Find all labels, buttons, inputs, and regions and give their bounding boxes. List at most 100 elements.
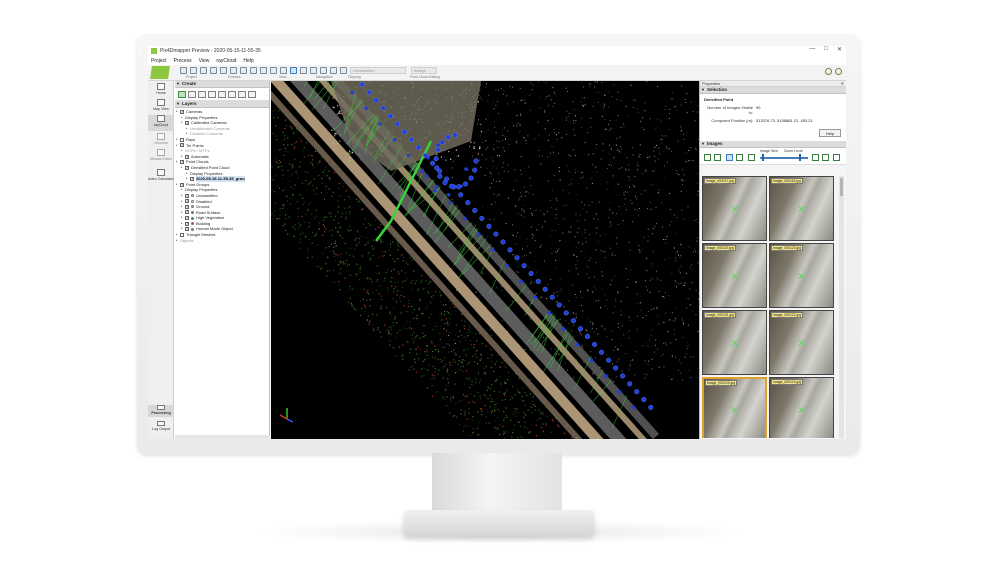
nav-index-calculator[interactable]: Index Calculator xyxy=(148,169,174,181)
image-thumbnail[interactable]: Image_000121.jpg xyxy=(702,310,767,375)
results-icon[interactable] xyxy=(240,67,247,74)
nav-processing[interactable]: Processing xyxy=(148,405,174,417)
image-thumbnail[interactable]: Image_000120.jpg xyxy=(769,243,834,308)
clipping-box-icon[interactable] xyxy=(330,67,337,74)
ribbon-group-labels: Project Process View Navigation Clipping… xyxy=(148,75,846,80)
user-account-icon[interactable] xyxy=(825,68,832,75)
menu-process[interactable]: Process xyxy=(174,58,192,64)
new-project-icon[interactable] xyxy=(180,67,187,74)
nav-home[interactable]: Home xyxy=(148,83,174,95)
layer-checkbox[interactable]: ✓ xyxy=(185,193,189,198)
layer-checkbox[interactable]: ✓ xyxy=(185,199,189,204)
license-icon[interactable] xyxy=(835,68,842,75)
properties-icon[interactable] xyxy=(210,67,217,74)
first-person-icon[interactable] xyxy=(310,67,317,74)
nav-map-view[interactable]: Map View xyxy=(148,99,174,111)
save-project-icon[interactable] xyxy=(200,67,207,74)
create-surface-icon[interactable] xyxy=(198,91,206,98)
processing-icon xyxy=(157,405,165,410)
sort-images-icon[interactable] xyxy=(704,154,711,161)
nav-volumes[interactable]: Volumes xyxy=(148,133,174,145)
point-projection-marker-icon xyxy=(799,206,805,212)
zoom-out-images-icon[interactable] xyxy=(822,154,829,161)
zoom-out-icon[interactable] xyxy=(260,67,267,74)
nav-log-output[interactable]: Log Output xyxy=(148,421,174,431)
filter-images-icon[interactable] xyxy=(714,154,721,161)
zoom-in-icon[interactable] xyxy=(250,67,257,74)
minimize-button[interactable]: — xyxy=(809,46,815,53)
layer-checkbox[interactable] xyxy=(180,232,184,237)
run-icon[interactable] xyxy=(220,67,227,74)
layer-checkbox[interactable]: ✓ xyxy=(185,120,189,125)
layer-checkbox[interactable]: ✓ xyxy=(185,165,189,170)
navigate-icon[interactable] xyxy=(290,67,297,74)
menu-raycloud[interactable]: rayCloud xyxy=(216,58,236,64)
clipping-toggle-icon[interactable] xyxy=(340,67,347,74)
image-filename: Image_000121.jpg xyxy=(704,312,737,318)
menu-view[interactable]: View xyxy=(199,58,210,64)
layer-checkbox[interactable]: ✓ xyxy=(190,176,194,181)
image-options-icon[interactable] xyxy=(748,154,755,161)
zoom-level-slider-handle[interactable] xyxy=(799,154,801,161)
image-size-label: Image Size xyxy=(760,149,778,153)
menu-help[interactable]: Help xyxy=(243,58,253,64)
image-thumbnail[interactable]: Image_000117.jpg xyxy=(702,176,767,241)
disable-image-icon[interactable] xyxy=(736,154,743,161)
create-more-icon[interactable] xyxy=(248,91,256,98)
layer-checkbox[interactable]: ✓ xyxy=(185,204,189,209)
image-thumbnail-grid: Image_000117.jpg Image_000118.jpg Image_00… xyxy=(702,176,834,438)
close-button[interactable]: ✕ xyxy=(837,46,842,53)
align-icon[interactable] xyxy=(320,67,327,74)
image-thumbnail[interactable]: Image_000124.jpg xyxy=(769,377,834,438)
raycloud-3d-viewport[interactable] xyxy=(271,81,699,439)
layer-checkbox[interactable]: ✓ xyxy=(180,182,184,187)
trackball-icon[interactable] xyxy=(300,67,307,74)
image-thumbnail[interactable]: Image_000123.jpg xyxy=(702,377,767,438)
layer-checkbox[interactable]: ✓ xyxy=(185,221,189,226)
layers-scrollbar[interactable] xyxy=(175,435,270,439)
layer-item[interactable]: ▸ Objects xyxy=(176,238,269,244)
layer-checkbox[interactable]: ✓ xyxy=(180,160,184,165)
layer-checkbox[interactable]: ✓ xyxy=(180,109,184,114)
create-polyline-icon[interactable] xyxy=(188,91,196,98)
nav-mosaic-editor[interactable]: Mosaic Editor xyxy=(148,149,174,161)
menu-project[interactable]: Project xyxy=(151,58,167,64)
show-all-images-icon[interactable] xyxy=(726,154,733,161)
image-size-slider-handle[interactable] xyxy=(762,154,764,161)
point-projection-marker-icon xyxy=(799,273,805,279)
nav-raycloud[interactable]: rayCloud xyxy=(148,115,174,131)
layer-checkbox[interactable]: ✓ xyxy=(185,227,189,232)
create-volume-icon[interactable] xyxy=(208,91,216,98)
point-cloud-render[interactable] xyxy=(271,81,699,439)
close-images-icon[interactable] xyxy=(833,154,840,161)
assign-button[interactable]: Assign xyxy=(411,67,437,74)
image-thumbnail[interactable]: Image_000122.jpg xyxy=(769,310,834,375)
monitor-stand-neck xyxy=(432,453,562,515)
open-project-icon[interactable] xyxy=(190,67,197,74)
create-mesh-icon[interactable] xyxy=(218,91,226,98)
images-header[interactable]: Images xyxy=(700,141,846,148)
create-panel-header[interactable]: Create xyxy=(175,81,269,88)
layer-checkbox[interactable]: ✓ xyxy=(180,143,184,148)
quality-report-icon[interactable] xyxy=(230,67,237,74)
create-grid-icon[interactable] xyxy=(238,91,246,98)
image-thumbnail[interactable]: Image_000118.jpg xyxy=(769,176,834,241)
layer-checkbox[interactable]: ✓ xyxy=(185,216,189,221)
layer-checkbox[interactable]: ✓ xyxy=(185,210,189,215)
layers-panel-header[interactable]: Layers xyxy=(175,101,269,108)
selection-header[interactable]: Selection xyxy=(700,87,846,94)
image-thumbnail[interactable]: Image_000119.jpg xyxy=(702,243,767,308)
class-select[interactable]: Unclassified xyxy=(350,67,406,74)
layer-checkbox[interactable]: ✓ xyxy=(185,154,189,159)
zoom-in-images-icon[interactable] xyxy=(812,154,819,161)
help-button[interactable]: Help xyxy=(819,129,841,137)
images-scrollbar-thumb[interactable] xyxy=(840,178,843,196)
maximize-button[interactable]: □ xyxy=(824,46,828,53)
fit-view-icon[interactable] xyxy=(270,67,277,74)
image-filename: Image_000122.jpg xyxy=(771,312,804,318)
images-scrollbar[interactable] xyxy=(839,176,844,438)
create-point-icon[interactable] xyxy=(178,91,186,98)
view-all-icon[interactable] xyxy=(280,67,287,74)
layer-checkbox[interactable] xyxy=(180,137,184,142)
create-ortho-icon[interactable] xyxy=(228,91,236,98)
